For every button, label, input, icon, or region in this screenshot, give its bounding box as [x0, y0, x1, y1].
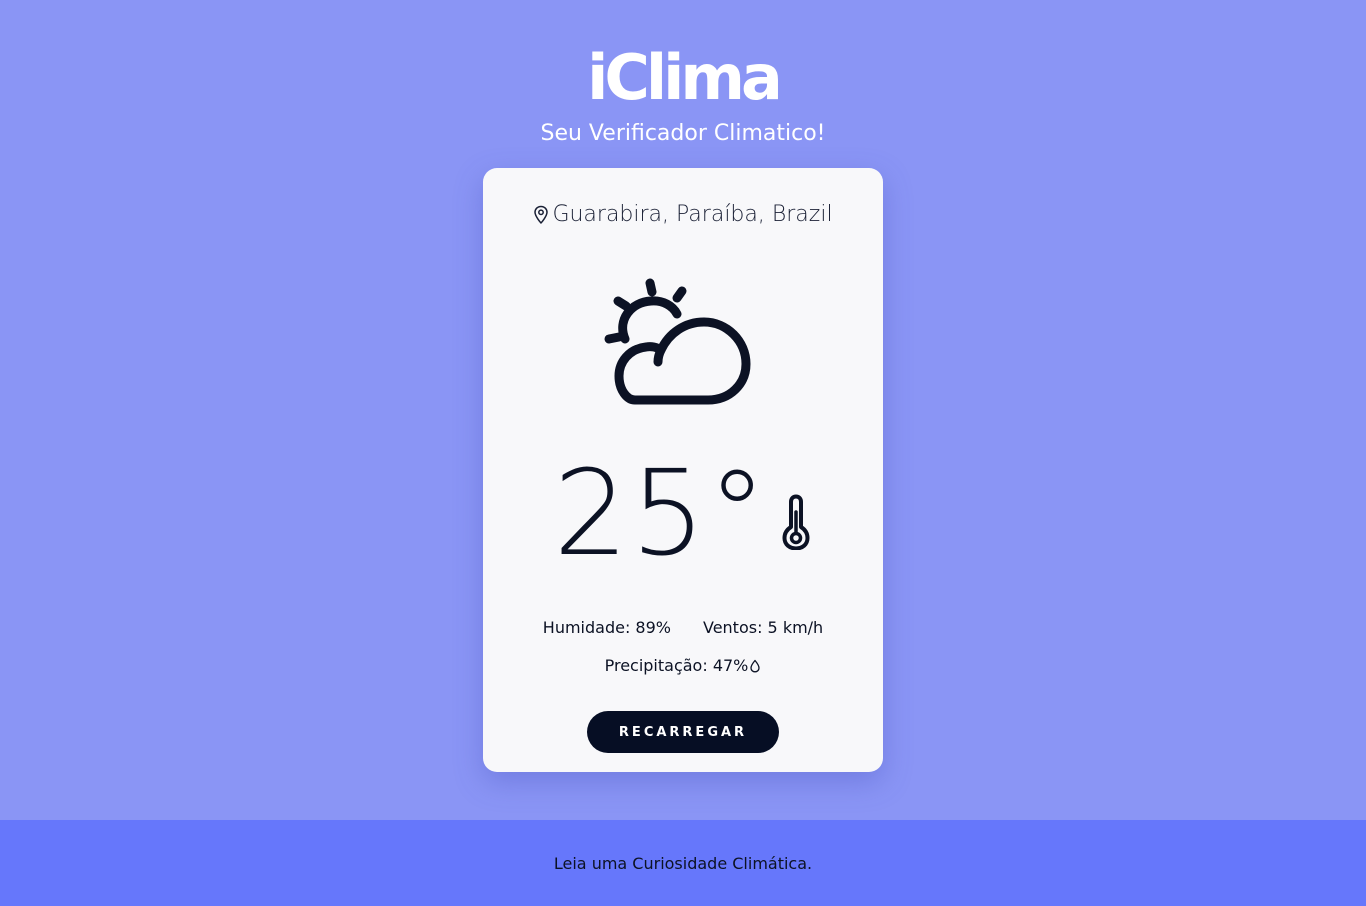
precipitation-row: Precipitação: 47%	[483, 656, 883, 675]
temperature-value: 25°	[553, 444, 769, 582]
header: iClima Seu Verificador Climatico!	[0, 40, 1366, 148]
temperature-row: 25°	[483, 443, 883, 583]
wind-value: Ventos: 5 km/h	[702, 618, 824, 637]
app-title: iClima	[587, 41, 783, 114]
water-drop-icon	[750, 659, 761, 672]
humidity-value: Humidade: 89%	[542, 618, 671, 637]
location: Guarabira, Paraíba, Brazil	[483, 202, 883, 227]
weather-card: Guarabira, Paraíba, Brazil 25° Humidade:…	[483, 168, 883, 772]
app-subtitle: Seu Verificador Climatico!	[540, 121, 826, 146]
location-text: Guarabira, Paraíba, Brazil	[552, 202, 833, 227]
reload-button[interactable]: RECARREGAR	[587, 711, 779, 753]
curiosity-link[interactable]: Leia uma Curiosidade Climática.	[554, 854, 812, 873]
location-pin-icon	[534, 205, 549, 224]
partly-cloudy-icon	[604, 278, 751, 405]
stats-row: Humidade: 89% Ventos: 5 km/h	[483, 618, 883, 637]
footer: Leia uma Curiosidade Climática.	[0, 820, 1366, 906]
thermometer-icon	[782, 494, 810, 550]
precipitation-value: Precipitação: 47%	[604, 656, 749, 675]
